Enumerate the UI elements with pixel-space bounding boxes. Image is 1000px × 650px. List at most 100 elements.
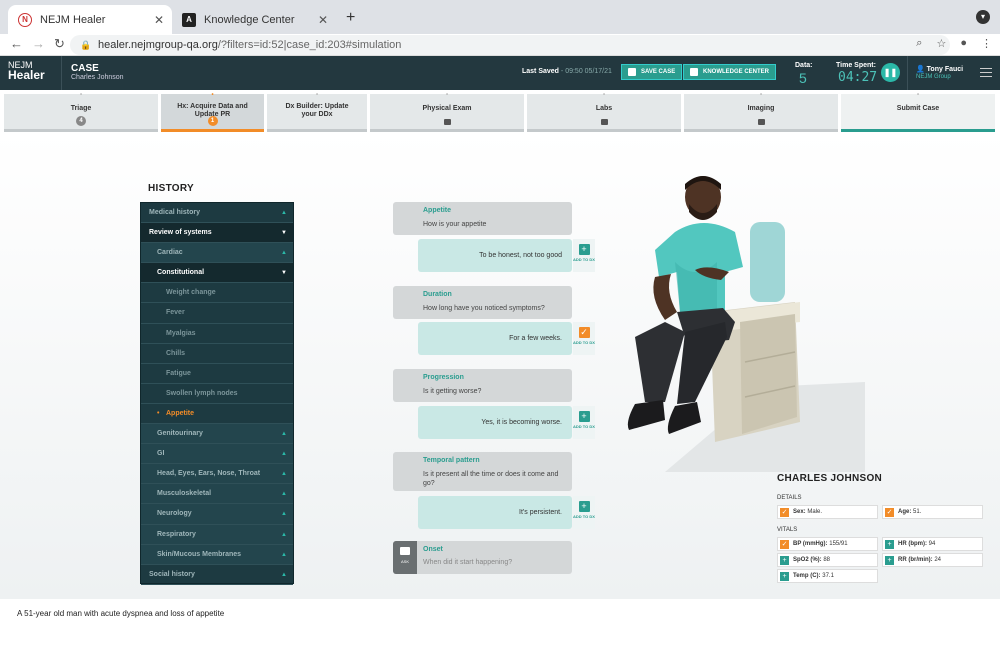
check-icon: ✓: [780, 508, 789, 517]
history-item[interactable]: Neurology ▲: [141, 504, 293, 525]
browser-toolbar: ← → ↻ 🔒 healer.nejmgroup-qa.org/?filters…: [0, 34, 1000, 56]
summary-text[interactable]: A 51-year old man with acute dyspnea and…: [17, 609, 224, 618]
lock-icon: 🔒: [80, 40, 92, 50]
history-item-label: Constitutional: [157, 269, 205, 277]
history-item-label: Myalgias: [166, 329, 196, 337]
answer-bubble: Yes, it is becoming worse.: [418, 406, 572, 439]
question-bubble: Progression Is it getting worse?: [393, 369, 572, 402]
main-area: HISTORY Medical history ▲ Review of system…: [0, 132, 1000, 599]
history-item-label: Weight change: [166, 289, 216, 297]
chevron-up-icon: ▲: [281, 551, 287, 558]
patient-illustration: [627, 176, 865, 472]
step-imaging[interactable]: • Imaging: [684, 92, 838, 132]
step-physical-exam[interactable]: • Physical Exam: [370, 92, 524, 132]
profile-icon[interactable]: ●: [960, 37, 967, 50]
time-value: 04:27: [838, 70, 878, 85]
add-to-dx-button[interactable]: + ADD TO DX: [573, 239, 595, 272]
chat-icon: [400, 547, 410, 555]
history-item[interactable]: Head, Eyes, Ears, Nose, Throat ▲: [141, 464, 293, 485]
add-to-dx-button[interactable]: + ADD TO DX: [573, 406, 595, 439]
history-item-label: Fever: [166, 309, 185, 317]
history-item[interactable]: Swollen lymph nodes: [141, 384, 293, 404]
case-label: CASE: [71, 63, 99, 74]
history-item[interactable]: Weight change: [141, 283, 293, 304]
nejm-favicon: N: [18, 12, 32, 27]
save-case-button[interactable]: SAVE CASE: [621, 64, 683, 80]
bookmark-star-icon[interactable]: ☆: [936, 37, 946, 50]
history-item-label: Genitourinary: [157, 430, 203, 438]
details-label: DETAILS: [777, 495, 802, 501]
step-badge: 1: [207, 116, 218, 126]
close-tab-icon[interactable]: ✕: [318, 13, 328, 27]
ask-button[interactable]: ASK: [393, 541, 417, 574]
browser-tab-knowledge[interactable]: A Knowledge Center ✕: [172, 5, 336, 34]
hamburger-menu-icon[interactable]: [980, 68, 992, 77]
check-icon: ✓: [780, 540, 789, 549]
history-item-label: Musculoskeletal: [157, 490, 212, 498]
history-item[interactable]: Musculoskeletal ▲: [141, 484, 293, 505]
question-bubble: Appetite How is your appetite: [393, 202, 572, 235]
knowledge-center-button[interactable]: KNOWLEDGE CENTER: [683, 64, 776, 80]
history-item[interactable]: GI ▲: [141, 444, 293, 465]
nejm-healer-logo[interactable]: NEJM Healer: [0, 56, 62, 90]
more-menu-icon[interactable]: ⋮: [981, 37, 992, 50]
app-header: NEJM Healer CASE Charles Johnson Last Sa…: [0, 56, 1000, 90]
step-submit-case[interactable]: • Submit Case: [841, 92, 995, 132]
history-item[interactable]: Fatigue: [141, 364, 293, 384]
browser-tab-nejm[interactable]: N NEJM Healer ✕: [8, 5, 172, 34]
detail-sex[interactable]: ✓ Sex: Male.: [777, 505, 878, 519]
history-item[interactable]: Respiratory ▲: [141, 524, 293, 545]
chevron-up-icon: ▲: [281, 250, 287, 257]
tab-search-icon[interactable]: ▾: [976, 10, 990, 24]
history-item[interactable]: Constitutional ▼: [141, 263, 293, 284]
history-item[interactable]: Skin/Mucous Membranes ▲: [141, 544, 293, 565]
data-value: 5: [799, 70, 807, 86]
chevron-up-icon: ▲: [281, 451, 287, 458]
workflow-steps: • Triage 4 • Hx: Acquire Data and Update PR…: [0, 90, 1000, 132]
history-item-label: Neurology: [157, 510, 192, 518]
history-item[interactable]: Review of systems ▼: [141, 223, 293, 244]
history-item-label: Cardiac: [157, 249, 183, 257]
zoom-icon[interactable]: ⌕: [916, 37, 922, 50]
history-item[interactable]: Myalgias: [141, 324, 293, 344]
vital-temp[interactable]: + Temp (C): 37.1: [777, 569, 878, 583]
history-item[interactable]: Appetite •: [141, 404, 293, 425]
step-triage[interactable]: • Triage 4: [4, 92, 158, 132]
add-to-dx-button[interactable]: + ADD TO DX: [573, 496, 595, 529]
save-icon: [628, 68, 636, 76]
vital-spo2[interactable]: + SpO2 (%): 88: [777, 553, 878, 567]
chevron-up-icon: ▲: [281, 531, 287, 538]
book-icon: [690, 68, 698, 76]
forward-icon[interactable]: →: [32, 36, 45, 51]
history-item-label: Medical history: [149, 209, 200, 216]
user-org: NEJM Group: [916, 74, 951, 80]
pause-button[interactable]: ❚❚: [881, 63, 900, 82]
plus-icon: +: [780, 556, 789, 565]
chevron-up-icon: ▲: [281, 491, 287, 498]
address-bar[interactable]: 🔒 healer.nejmgroup-qa.org/?filters=id:52…: [70, 35, 950, 55]
vital-hr[interactable]: + HR (bpm): 94: [882, 537, 983, 551]
history-item[interactable]: Medical history ▲: [141, 203, 293, 224]
detail-age[interactable]: ✓ Age: 51.: [882, 505, 983, 519]
new-tab-icon[interactable]: +: [346, 9, 355, 27]
history-item[interactable]: Genitourinary ▲: [141, 424, 293, 445]
back-icon[interactable]: ←: [10, 36, 23, 51]
history-item[interactable]: Social history ▲: [141, 565, 293, 585]
history-item[interactable]: Cardiac ▲: [141, 243, 293, 264]
chevron-up-icon: ▲: [281, 511, 287, 518]
vital-rr[interactable]: + RR (br/min): 24: [882, 553, 983, 567]
data-label: Data:: [795, 62, 813, 69]
step-hx-acquire[interactable]: • Hx: Acquire Data and Update PR 1: [161, 92, 264, 132]
vital-bp[interactable]: ✓ BP (mmHg): 155/91: [777, 537, 878, 551]
step-dx-builder[interactable]: • Dx Builder: Update your DDx: [267, 92, 367, 132]
step-labs[interactable]: • Labs: [527, 92, 681, 132]
answer-bubble: For a few weeks.: [418, 322, 572, 355]
history-item-label: Respiratory: [157, 530, 196, 538]
add-to-dx-button[interactable]: ✓ ADD TO DX: [573, 322, 595, 355]
close-tab-icon[interactable]: ✕: [154, 13, 164, 27]
user-menu[interactable]: 👤 Tony Fauci NEJM Group: [907, 56, 977, 90]
history-item[interactable]: Chills: [141, 344, 293, 364]
history-item[interactable]: Fever: [141, 303, 293, 324]
answer-bubble: To be honest, not too good: [418, 239, 572, 272]
reload-icon[interactable]: ↻: [54, 36, 65, 52]
